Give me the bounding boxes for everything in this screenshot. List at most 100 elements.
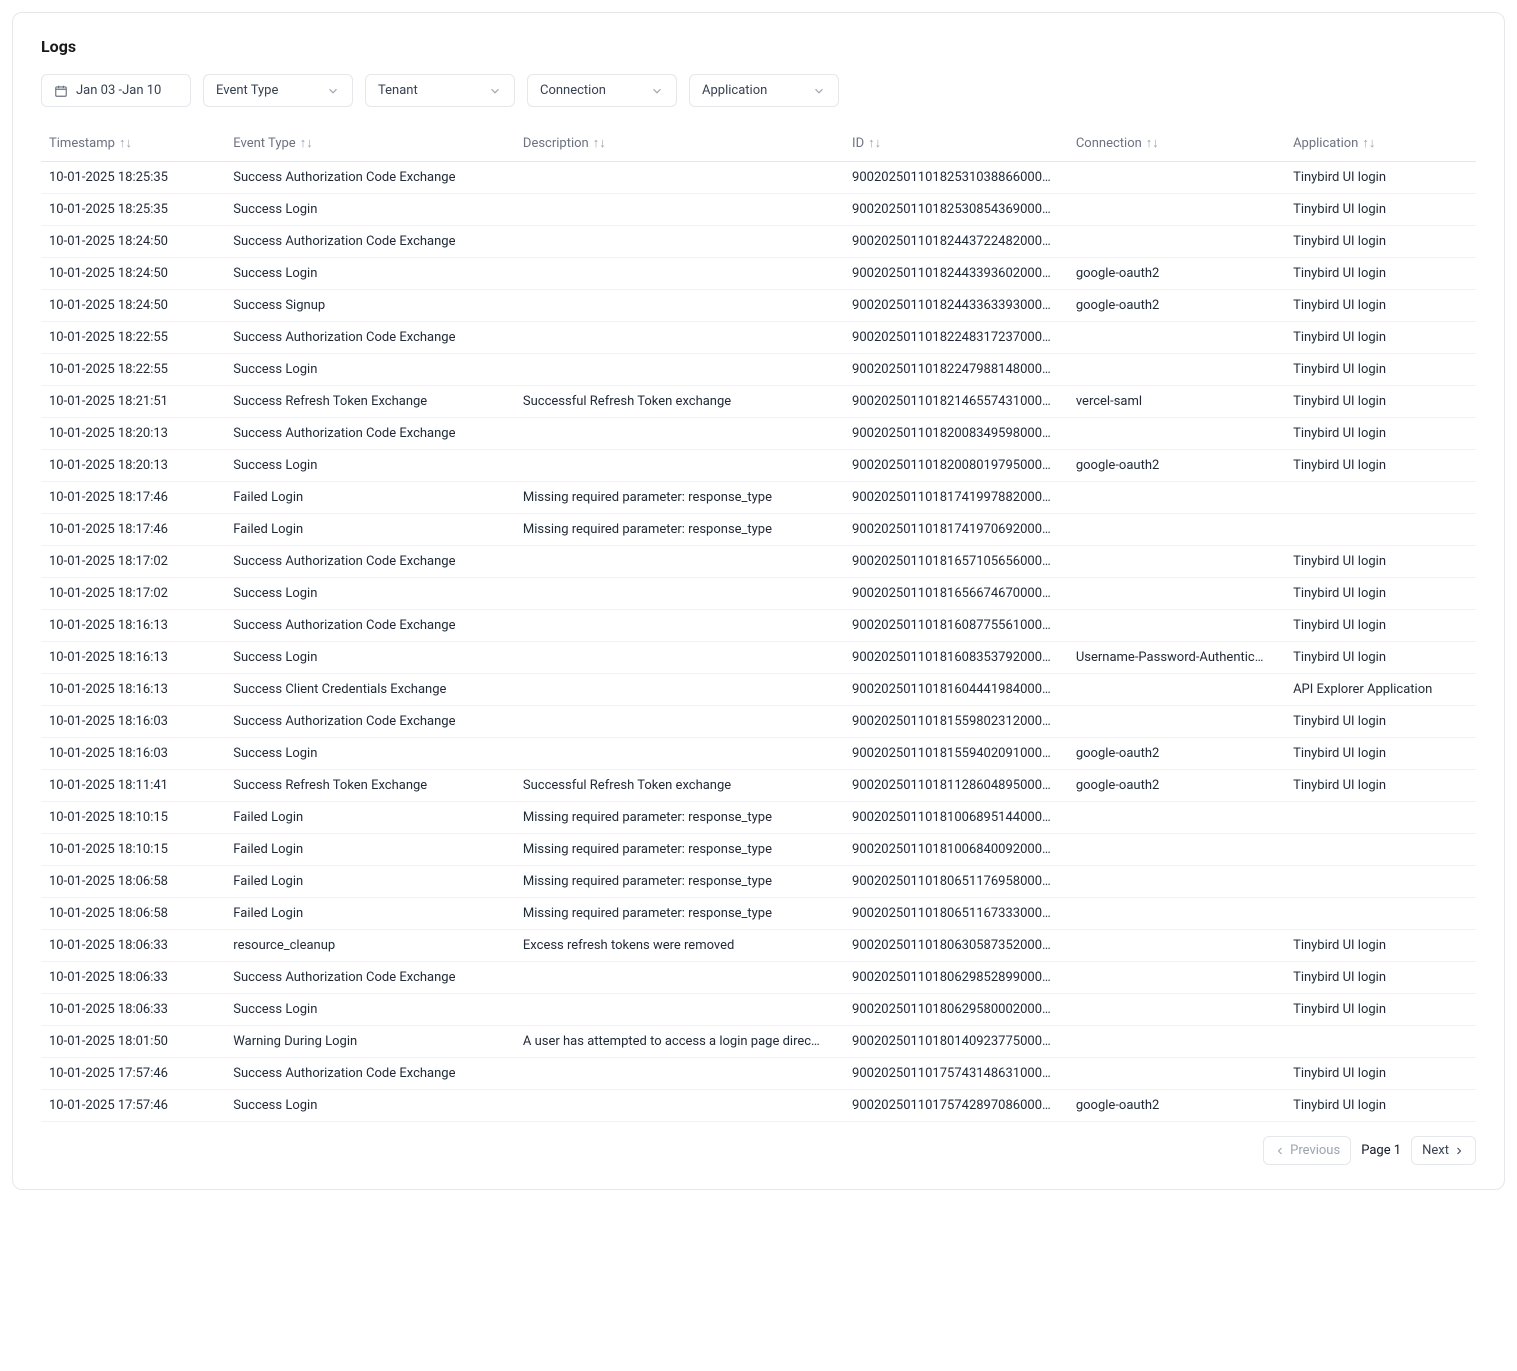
table-row[interactable]: 10-01-2025 18:24:50Success Login90020250… — [41, 258, 1476, 290]
cell-ts: 10-01-2025 18:16:13 — [41, 642, 225, 674]
table-row[interactable]: 10-01-2025 18:16:03Success Authorization… — [41, 706, 1476, 738]
cell-id: 90020250110181559402091000… — [844, 738, 1068, 770]
cell-conn — [1068, 546, 1285, 578]
cell-id: 90020250110180629852899000… — [844, 962, 1068, 994]
table-header-row: Timestamp↑↓ Event Type↑↓ Description↑↓ I… — [41, 125, 1476, 162]
table-row[interactable]: 10-01-2025 18:25:35Success Login90020250… — [41, 194, 1476, 226]
cell-app: Tinybird UI login — [1285, 738, 1476, 770]
next-button[interactable]: Next — [1411, 1136, 1476, 1165]
table-row[interactable]: 10-01-2025 18:06:58Failed LoginMissing r… — [41, 866, 1476, 898]
application-filter[interactable]: Application — [689, 74, 839, 107]
table-row[interactable]: 10-01-2025 18:01:50Warning During LoginA… — [41, 1026, 1476, 1058]
cell-id: 90020250110181608775561000… — [844, 610, 1068, 642]
cell-et: Success Authorization Code Exchange — [225, 226, 515, 258]
table-row[interactable]: 10-01-2025 18:11:41Success Refresh Token… — [41, 770, 1476, 802]
cell-conn — [1068, 194, 1285, 226]
table-row[interactable]: 10-01-2025 18:06:58Failed LoginMissing r… — [41, 898, 1476, 930]
cell-app: Tinybird UI login — [1285, 930, 1476, 962]
cell-app: Tinybird UI login — [1285, 418, 1476, 450]
cell-desc — [515, 354, 844, 386]
cell-ts: 10-01-2025 18:22:55 — [41, 354, 225, 386]
chevron-left-icon — [1274, 1145, 1286, 1157]
cell-desc — [515, 962, 844, 994]
filter-bar: Jan 03 -Jan 10 Event Type Tenant Connect… — [41, 74, 1476, 107]
table-row[interactable]: 10-01-2025 18:10:15Failed LoginMissing r… — [41, 834, 1476, 866]
table-row[interactable]: 10-01-2025 18:24:50Success Signup9002025… — [41, 290, 1476, 322]
col-id[interactable]: ID↑↓ — [844, 125, 1068, 162]
table-row[interactable]: 10-01-2025 18:17:02Success Login90020250… — [41, 578, 1476, 610]
col-event-type[interactable]: Event Type↑↓ — [225, 125, 515, 162]
table-row[interactable]: 10-01-2025 18:17:46Failed LoginMissing r… — [41, 482, 1476, 514]
table-row[interactable]: 10-01-2025 18:06:33Success Login90020250… — [41, 994, 1476, 1026]
table-row[interactable]: 10-01-2025 18:17:02Success Authorization… — [41, 546, 1476, 578]
cell-app — [1285, 866, 1476, 898]
table-row[interactable]: 10-01-2025 18:16:13Success Client Creden… — [41, 674, 1476, 706]
table-row[interactable]: 10-01-2025 18:21:51Success Refresh Token… — [41, 386, 1476, 418]
table-row[interactable]: 10-01-2025 18:22:55Success Authorization… — [41, 322, 1476, 354]
cell-conn: google-oauth2 — [1068, 290, 1285, 322]
cell-desc — [515, 450, 844, 482]
cell-et: Warning During Login — [225, 1026, 515, 1058]
cell-app: API Explorer Application — [1285, 674, 1476, 706]
cell-et: Success Login — [225, 450, 515, 482]
cell-et: Failed Login — [225, 802, 515, 834]
table-row[interactable]: 10-01-2025 17:57:46Success Login90020250… — [41, 1090, 1476, 1122]
table-row[interactable]: 10-01-2025 18:24:50Success Authorization… — [41, 226, 1476, 258]
table-row[interactable]: 10-01-2025 18:16:03Success Login90020250… — [41, 738, 1476, 770]
table-row[interactable]: 10-01-2025 18:20:13Success Login90020250… — [41, 450, 1476, 482]
col-description[interactable]: Description↑↓ — [515, 125, 844, 162]
cell-conn — [1068, 578, 1285, 610]
table-row[interactable]: 10-01-2025 18:16:13Success Login90020250… — [41, 642, 1476, 674]
table-row[interactable]: 10-01-2025 18:10:15Failed LoginMissing r… — [41, 802, 1476, 834]
table-row[interactable]: 10-01-2025 17:57:46Success Authorization… — [41, 1058, 1476, 1090]
cell-app: Tinybird UI login — [1285, 994, 1476, 1026]
sort-icon: ↑↓ — [119, 136, 132, 151]
cell-id: 90020250110180651167333000… — [844, 898, 1068, 930]
cell-ts: 10-01-2025 18:17:02 — [41, 546, 225, 578]
cell-desc: Successful Refresh Token exchange — [515, 386, 844, 418]
cell-et: Success Authorization Code Exchange — [225, 322, 515, 354]
cell-id: 90020250110181608353792000… — [844, 642, 1068, 674]
table-row[interactable]: 10-01-2025 18:06:33resource_cleanupExces… — [41, 930, 1476, 962]
cell-conn — [1068, 802, 1285, 834]
event-type-filter[interactable]: Event Type — [203, 74, 353, 107]
table-row[interactable]: 10-01-2025 18:25:35Success Authorization… — [41, 162, 1476, 194]
date-range-filter[interactable]: Jan 03 -Jan 10 — [41, 74, 191, 107]
cell-ts: 10-01-2025 17:57:46 — [41, 1058, 225, 1090]
table-row[interactable]: 10-01-2025 18:22:55Success Login90020250… — [41, 354, 1476, 386]
chevron-down-icon — [650, 84, 664, 98]
tenant-filter[interactable]: Tenant — [365, 74, 515, 107]
cell-id: 90020250110182146557431000… — [844, 386, 1068, 418]
col-timestamp[interactable]: Timestamp↑↓ — [41, 125, 225, 162]
cell-desc — [515, 1090, 844, 1122]
cell-app: Tinybird UI login — [1285, 962, 1476, 994]
connection-filter[interactable]: Connection — [527, 74, 677, 107]
cell-app: Tinybird UI login — [1285, 322, 1476, 354]
cell-conn — [1068, 482, 1285, 514]
cell-desc: Successful Refresh Token exchange — [515, 770, 844, 802]
cell-app: Tinybird UI login — [1285, 354, 1476, 386]
table-row[interactable]: 10-01-2025 18:06:33Success Authorization… — [41, 962, 1476, 994]
table-row[interactable]: 10-01-2025 18:20:13Success Authorization… — [41, 418, 1476, 450]
cell-id: 90020250110182530854369000… — [844, 194, 1068, 226]
cell-app: Tinybird UI login — [1285, 226, 1476, 258]
cell-ts: 10-01-2025 18:24:50 — [41, 226, 225, 258]
cell-ts: 10-01-2025 18:16:03 — [41, 738, 225, 770]
cell-conn: google-oauth2 — [1068, 770, 1285, 802]
cell-conn: vercel-saml — [1068, 386, 1285, 418]
cell-id: 90020250110181559802312000… — [844, 706, 1068, 738]
cell-desc: Missing required parameter: response_typ… — [515, 514, 844, 546]
page-indicator: Page 1 — [1361, 1143, 1401, 1158]
cell-id: 90020250110180629580002000… — [844, 994, 1068, 1026]
cell-desc — [515, 162, 844, 194]
table-row[interactable]: 10-01-2025 18:16:13Success Authorization… — [41, 610, 1476, 642]
col-application[interactable]: Application↑↓ — [1285, 125, 1476, 162]
cell-desc — [515, 610, 844, 642]
prev-button[interactable]: Previous — [1263, 1136, 1351, 1165]
cell-id: 90020250110182248317237000… — [844, 322, 1068, 354]
cell-ts: 10-01-2025 18:17:46 — [41, 514, 225, 546]
cell-conn — [1068, 514, 1285, 546]
cell-ts: 10-01-2025 18:24:50 — [41, 290, 225, 322]
table-row[interactable]: 10-01-2025 18:17:46Failed LoginMissing r… — [41, 514, 1476, 546]
col-connection[interactable]: Connection↑↓ — [1068, 125, 1285, 162]
